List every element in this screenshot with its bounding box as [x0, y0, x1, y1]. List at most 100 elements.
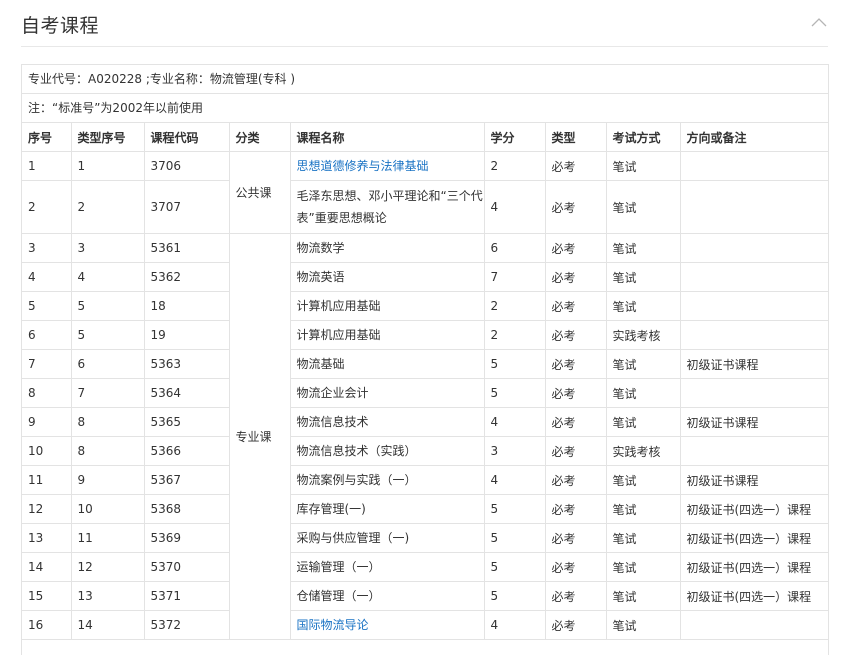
course-name: 运输管理（一）: [296, 560, 381, 574]
row-number: 13: [22, 523, 71, 553]
course-code: 5367: [143, 465, 229, 495]
course-credit: 4: [483, 610, 545, 640]
table-header-row: 序号 类型序号 课程代码 分类 课程名称 学分 类型 考试方式 方向或备注: [22, 123, 828, 152]
table-row: 13 11 5369 采购与供应管理（一) 5 必考 笔试 初级证书(四选一）课程: [22, 523, 828, 553]
course-name: 物流信息技术（实践）: [296, 444, 417, 458]
course-note: 初级证书(四选一）课程: [679, 552, 828, 582]
course-name-cell: 库存管理(一): [289, 494, 484, 524]
column-header: 序号: [22, 123, 71, 152]
course-note: [679, 320, 828, 350]
row-number: 8: [22, 378, 71, 408]
type-number: 10: [70, 494, 144, 524]
row-number: 7: [22, 349, 71, 379]
section-header: 自考课程: [21, 0, 828, 47]
course-credit: 5: [483, 581, 545, 611]
course-kind: 必考: [544, 291, 606, 321]
course-note: 初级证书课程: [679, 465, 828, 495]
row-number: 3: [22, 233, 71, 263]
course-name: 物流基础: [296, 357, 345, 371]
course-credit: 5: [483, 349, 545, 379]
type-number: 5: [70, 320, 144, 350]
course-kind: 必考: [544, 349, 606, 379]
course-kind: 必考: [544, 465, 606, 495]
exam-method: 实践考核: [605, 320, 680, 350]
column-header: 分类: [228, 123, 290, 152]
table-row: 1 1 3706 公共课 思想道德修养与法律基础 2 必考 笔试: [22, 151, 828, 234]
exam-method: 笔试: [605, 378, 680, 408]
course-code: 5366: [143, 436, 229, 466]
exam-method: 笔试: [605, 291, 680, 321]
exam-method: 笔试: [605, 552, 680, 582]
course-code: 5368: [143, 494, 229, 524]
type-number: 14: [70, 610, 144, 640]
exam-method: 笔试: [605, 180, 680, 234]
course-credit: 3: [483, 436, 545, 466]
course-kind: 必考: [544, 523, 606, 553]
exam-method: 笔试: [605, 523, 680, 553]
course-name-cell: 物流案例与实践（一）: [289, 465, 484, 495]
course-credit: 5: [483, 378, 545, 408]
course-name-link[interactable]: 国际物流导论: [297, 618, 369, 632]
row-number: 15: [22, 581, 71, 611]
column-header: 课程代码: [143, 123, 229, 152]
course-code: 5371: [143, 581, 229, 611]
type-number: 9: [70, 465, 144, 495]
type-number: 2: [70, 180, 144, 234]
course-code: 18: [143, 291, 229, 321]
course-kind: 必考: [544, 378, 606, 408]
column-header: 考试方式: [605, 123, 680, 152]
course-name-cell: 仓储管理（一）: [289, 581, 484, 611]
table-row: 15 13 5371 仓储管理（一） 5 必考 笔试 初级证书(四选一）课程: [22, 581, 828, 611]
course-code: 5364: [143, 378, 229, 408]
row-number: 16: [22, 610, 71, 640]
course-code: 5369: [143, 523, 229, 553]
course-code: 5370: [143, 552, 229, 582]
course-kind: 必考: [544, 151, 606, 181]
course-name-link[interactable]: 思想道德修养与法律基础: [297, 159, 429, 173]
row-number: 14: [22, 552, 71, 582]
course-name-cell: 物流信息技术: [289, 407, 484, 437]
course-credit: 4: [483, 465, 545, 495]
course-note: 初级证书(四选一）课程: [679, 494, 828, 524]
course-kind: 必考: [544, 436, 606, 466]
course-code: 5362: [143, 262, 229, 292]
row-number: 5: [22, 291, 71, 321]
table-row: 11 9 5367 物流案例与实践（一） 4 必考 笔试 初级证书课程: [22, 465, 828, 495]
note-info: 注：“标准号”为2002年以前使用: [22, 94, 828, 123]
table-row: 10 8 5366 物流信息技术（实践） 3 必考 实践考核: [22, 436, 828, 466]
course-name: 物流数学: [296, 241, 345, 255]
course-name-cell[interactable]: 国际物流导论: [289, 610, 484, 640]
course-note: [679, 151, 828, 181]
category-cell: 公共课: [228, 151, 290, 234]
table-row: 5 5 18 计算机应用基础 2 必考 笔试: [22, 291, 828, 321]
exam-method: 笔试: [605, 262, 680, 292]
course-name-cell[interactable]: 思想道德修养与法律基础: [289, 151, 484, 181]
row-number: 2: [22, 180, 71, 234]
row-number: 4: [22, 262, 71, 292]
course-credit: 2: [483, 151, 545, 181]
course-note: [679, 610, 828, 640]
course-code: 5363: [143, 349, 229, 379]
course-name-cell: 物流信息技术（实践）: [289, 436, 484, 466]
course-name-cell: 采购与供应管理（一): [289, 523, 484, 553]
course-credit: 2: [483, 320, 545, 350]
category-cell: 专业课: [228, 233, 290, 640]
column-header: 学分: [483, 123, 545, 152]
row-number: 12: [22, 494, 71, 524]
major-info: 专业代号：A020228 ;专业名称：物流管理(专科 ): [22, 65, 828, 94]
course-name-cell: 计算机应用基础: [289, 320, 484, 350]
course-credit: 4: [483, 407, 545, 437]
chevron-up-icon[interactable]: [810, 14, 828, 32]
exam-method: 笔试: [605, 233, 680, 263]
course-name: 仓储管理（一）: [296, 589, 381, 603]
course-code: 5361: [143, 233, 229, 263]
exam-method: 实践考核: [605, 436, 680, 466]
course-credit: 5: [483, 523, 545, 553]
section-title: 自考课程: [21, 15, 100, 37]
course-note: [679, 262, 828, 292]
course-code: 3707: [143, 180, 229, 234]
course-kind: 必考: [544, 233, 606, 263]
course-name: 计算机应用基础: [296, 299, 381, 313]
course-name-cell: 运输管理（一）: [289, 552, 484, 582]
exam-method: 笔试: [605, 465, 680, 495]
